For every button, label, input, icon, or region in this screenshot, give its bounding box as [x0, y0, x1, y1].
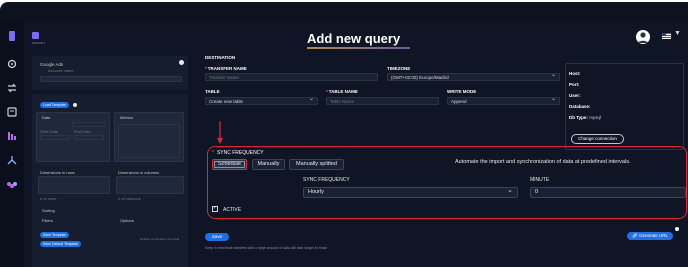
flow-icon[interactable]: [6, 154, 18, 166]
start-date-input[interactable]: [40, 135, 70, 140]
dimensions-rows-list[interactable]: [38, 176, 110, 194]
table-name-input[interactable]: Table Name: [326, 97, 439, 105]
database-icon[interactable]: [6, 106, 18, 118]
port-label: Port:: [569, 82, 580, 87]
table-name-label: *TABLE NAME: [326, 89, 358, 94]
transfer-name-input[interactable]: Transfer Name: [205, 73, 378, 81]
page-title: Add new query: [307, 31, 401, 46]
filters-label[interactable]: Filters: [42, 218, 53, 223]
sorting-label[interactable]: Sorting: [42, 208, 55, 213]
source-panel: Google Ads Account name: [32, 56, 188, 90]
transfer-icon[interactable]: [6, 82, 18, 94]
options-label[interactable]: Options: [120, 218, 134, 223]
user-label: User:: [569, 93, 581, 98]
community-icon[interactable]: [6, 178, 18, 190]
annotation-arrow: [217, 121, 223, 144]
date-label: Date: [42, 115, 51, 120]
write-mode-label: WRITE MODE: [447, 89, 477, 94]
avatar[interactable]: [636, 30, 650, 44]
duration-note: Keep in mind that transfers with a large…: [205, 246, 328, 250]
link-icon: 🔗︎: [632, 233, 638, 238]
dimensions-columns-list[interactable]: [116, 176, 184, 194]
generate-url-button[interactable]: 🔗︎ Generate URL: [627, 232, 673, 240]
active-label: ACTIVE: [223, 207, 242, 213]
rows-count-label: # of rows: [40, 196, 57, 201]
table-label: TABLE: [205, 89, 220, 94]
dimensions-rows-label: Dimensions in rows: [40, 170, 75, 175]
info-icon[interactable]: [73, 103, 77, 107]
start-date-label: Start Date: [40, 129, 59, 134]
sync-frequency-field-label: SYNC FREQUENCY: [303, 177, 350, 183]
transfer-name-label: *TRANSFER NAME: [205, 66, 247, 71]
end-date-input[interactable]: [74, 135, 104, 140]
add-icon[interactable]: [179, 60, 184, 65]
metrics-list[interactable]: [118, 124, 180, 158]
combination-toggle-label[interactable]: Enable combination with data: [140, 237, 179, 241]
manually-option-button[interactable]: Manually: [252, 159, 285, 170]
minute-label: MINUTE: [530, 177, 550, 183]
save-button[interactable]: Save: [205, 233, 229, 241]
write-mode-select[interactable]: Append: [447, 97, 560, 105]
logo-icon[interactable]: [6, 30, 18, 42]
timezone-label: TIMEZONE: [387, 66, 411, 71]
manually-splitted-option-button[interactable]: Manually splitted: [289, 159, 344, 170]
db-type-row: Db Type: mysql: [569, 115, 601, 120]
save-default-template-button[interactable]: Save Default Template: [40, 241, 82, 247]
host-label: Host:: [569, 71, 581, 76]
sync-frequency-select[interactable]: Hourly: [303, 186, 518, 198]
main-content: DIDSOFT Add new query ▼ Google Ads Accou…: [24, 22, 688, 267]
screen: ✕: [0, 0, 688, 267]
schedule-option-button[interactable]: Schedule: [212, 159, 247, 170]
chart-icon[interactable]: [6, 130, 18, 142]
us-flag-icon[interactable]: [662, 33, 671, 39]
connection-info-panel: Host: Port: User: Database: Db Type: mys…: [565, 63, 684, 150]
change-connection-button[interactable]: Change connection: [571, 134, 624, 144]
brand-icon: [32, 32, 39, 39]
app-window: DIDSOFT Add new query ▼ Google Ads Accou…: [0, 2, 688, 267]
save-template-button[interactable]: Save Template: [40, 232, 70, 238]
db-type-value: mysql: [589, 115, 601, 120]
brand-logo: DIDSOFT: [32, 32, 46, 50]
timezone-select[interactable]: (GMT+02:00) Europe/Madrid: [387, 73, 560, 81]
settings-icon[interactable]: [6, 58, 18, 70]
help-icon[interactable]: [675, 227, 679, 231]
date-range-select[interactable]: [72, 122, 106, 127]
source-name: Google Ads: [40, 62, 64, 67]
sidebar: [0, 22, 24, 267]
title-underline: [307, 47, 410, 49]
account-select[interactable]: [40, 76, 182, 82]
metrics-label: Metrics: [120, 115, 133, 120]
cols-count-label: # of columns: [118, 196, 141, 201]
sync-frequency-highlight: [207, 146, 687, 219]
minute-input[interactable]: 0: [530, 187, 686, 198]
load-template-button[interactable]: Load Template: [40, 102, 69, 108]
table-select[interactable]: Create new table: [205, 97, 318, 105]
chevron-down-icon[interactable]: ▼: [674, 30, 681, 37]
sync-frequency-section-label: * SYNC FREQUENCY: [212, 150, 264, 156]
source-account: Account name: [48, 68, 74, 73]
database-label: Database:: [569, 104, 591, 109]
sync-description: Automate the import and synchronization …: [455, 159, 631, 165]
end-date-label: End Date: [74, 129, 91, 134]
active-checkbox[interactable]: [212, 205, 218, 212]
dimensions-columns-label: Dimensions in columns: [118, 170, 160, 175]
destination-heading: DESTINATION: [205, 55, 236, 60]
query-config-panel: Load Template Date Start Date End Date M…: [32, 94, 188, 267]
brand-text: DIDSOFT: [32, 41, 46, 45]
